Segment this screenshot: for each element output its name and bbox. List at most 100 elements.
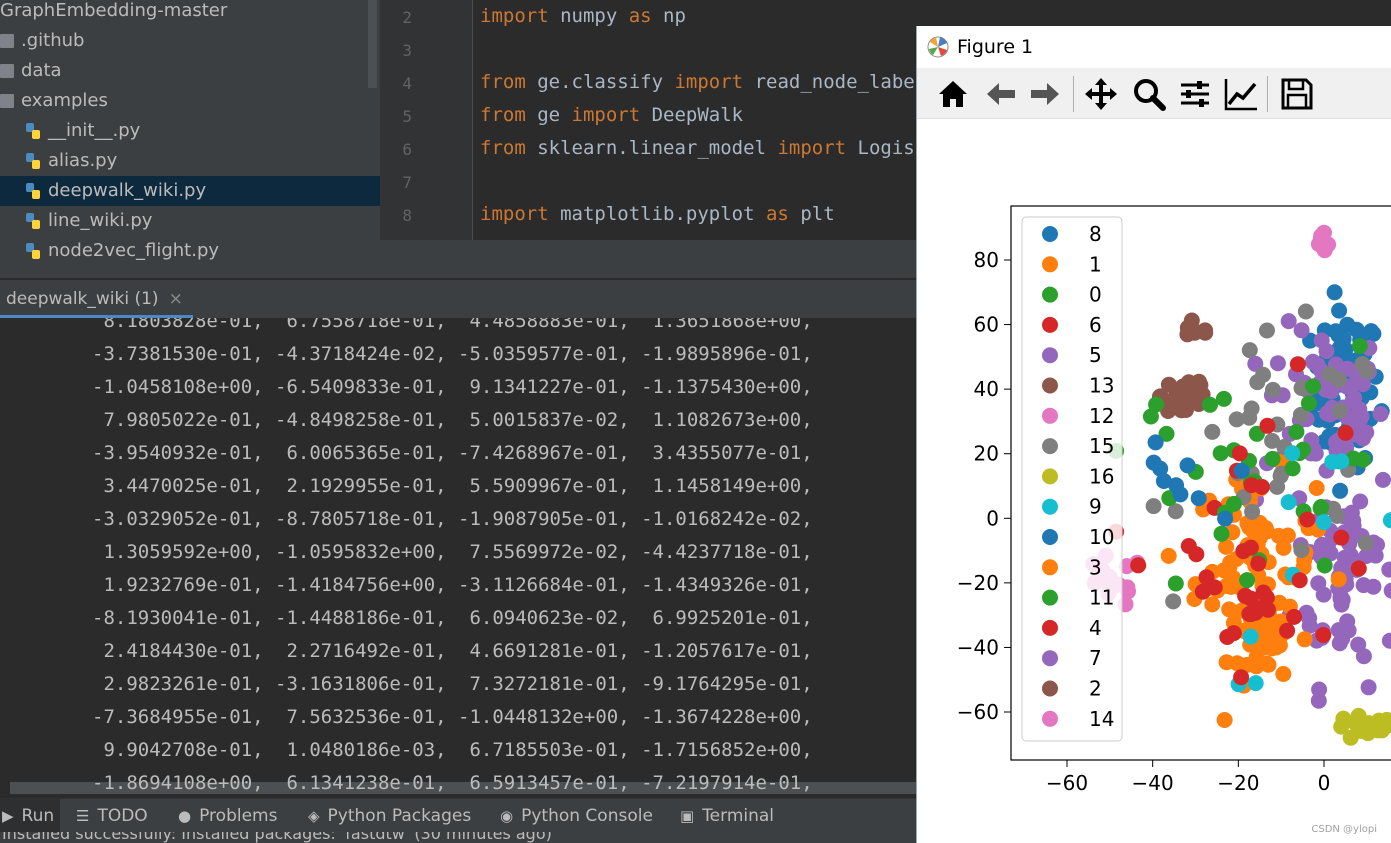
scatter-point-10 — [1145, 454, 1162, 471]
tree-item[interactable]: line_wiki.py — [0, 206, 380, 236]
legend-marker-13 — [1042, 377, 1058, 394]
code-keyword: from — [480, 137, 526, 159]
zoom-icon[interactable] — [1131, 76, 1167, 112]
scatter-point-3 — [1160, 547, 1177, 564]
legend-label: 1 — [1089, 252, 1102, 276]
edit-axes-icon[interactable] — [1223, 76, 1259, 112]
tool-window-label: Python Console — [521, 806, 653, 826]
x-tick-label: 0 — [1318, 771, 1331, 795]
code-text: DeepWalk — [640, 104, 744, 126]
tree-item[interactable]: alias.py — [0, 146, 380, 176]
tool-window-terminal[interactable]: ▣ Terminal — [678, 799, 780, 833]
close-icon[interactable]: × — [169, 289, 183, 309]
legend-label: 14 — [1089, 707, 1114, 731]
scatter-point-3 — [1296, 631, 1313, 648]
tree-item-label: data — [21, 60, 62, 81]
tool-window-label: Python Packages — [327, 806, 472, 826]
legend-marker-3 — [1042, 559, 1058, 576]
code-text: ge.classify — [525, 71, 675, 93]
toolbar-separator — [1073, 76, 1074, 112]
scatter-point-15 — [1165, 593, 1182, 610]
scatter-point-13 — [1183, 386, 1200, 403]
save-icon[interactable] — [1279, 76, 1315, 112]
scatter-point-1 — [1275, 666, 1292, 682]
tool-window-python-packages[interactable]: ◈ Python Packages — [306, 799, 484, 833]
tree-item[interactable]: examples — [0, 86, 380, 116]
tree-item[interactable]: node2vec_flight.py — [0, 236, 380, 266]
x-tick-label: −20 — [1217, 771, 1259, 795]
tool-window-problems[interactable]: ● Problems — [176, 799, 294, 833]
line-number: 4 — [402, 74, 412, 93]
tree-item[interactable]: GraphEmbedding-master — [0, 0, 380, 26]
tree-item[interactable]: __init__.py — [0, 116, 380, 146]
line-number: 2 — [402, 8, 412, 27]
python-file-icon — [26, 183, 40, 199]
tool-window-run[interactable]: ▶ Run — [0, 799, 60, 833]
run-tab-label: deepwalk_wiki (1) — [6, 289, 159, 309]
scatter-point-7 — [1339, 613, 1356, 630]
forward-icon[interactable] — [1027, 76, 1063, 112]
project-tree-scrollbar[interactable] — [368, 0, 377, 88]
tree-item[interactable]: .github — [0, 26, 380, 56]
scatter-point-2 — [1197, 322, 1214, 339]
legend-label: 16 — [1089, 464, 1114, 488]
scatter-point-4 — [1233, 669, 1250, 686]
console-line: 3.4470025e-01, 2.1929955e-01, 5.5909967e… — [92, 475, 813, 497]
legend-marker-11 — [1042, 589, 1058, 606]
run-tab-deepwalk-wiki[interactable]: deepwalk_wiki (1) × — [0, 280, 193, 318]
run-console-output[interactable]: 8.1803828e-01, 6.7558718e-01, 4.4858883e… — [0, 318, 916, 796]
home-icon[interactable] — [935, 76, 971, 112]
line-number: 8 — [402, 206, 412, 225]
tree-item[interactable]: data — [0, 56, 380, 86]
code-keyword: from — [480, 104, 526, 126]
tree-item-label: __init__.py — [48, 120, 141, 141]
code-keyword: from — [480, 71, 526, 93]
tool-window-label: Problems — [199, 806, 278, 826]
pan-icon[interactable] — [1083, 76, 1119, 112]
x-tick-label: −40 — [1132, 771, 1174, 795]
python-file-icon — [26, 153, 40, 169]
legend-label: 8 — [1089, 222, 1102, 246]
scatter-point-5 — [1293, 322, 1310, 339]
toolbar-separator — [1267, 76, 1268, 112]
code-editor[interactable]: import numpy as np from ge.classify impor… — [472, 0, 917, 240]
scatter-point-13 — [1177, 402, 1194, 418]
y-tick-label: 40 — [974, 377, 999, 401]
scatter-point-6 — [1243, 477, 1260, 494]
scatter-point-3 — [1216, 712, 1233, 728]
scatter-point-9 — [1284, 445, 1301, 462]
scatter-point-15 — [1297, 303, 1314, 320]
y-tick-label: 0 — [986, 506, 999, 530]
tool-window-python-console[interactable]: ◉ Python Console — [498, 799, 662, 833]
tree-item[interactable]: deepwalk_wiki.py — [0, 176, 380, 206]
watermark: CSDN @ylopi — [1311, 824, 1377, 835]
folder-icon — [0, 34, 14, 48]
tool-window-label: Terminal — [702, 806, 775, 826]
configure-subplots-icon[interactable] — [1177, 76, 1213, 112]
run-tab-bar: deepwalk_wiki (1) × — [0, 280, 916, 319]
scatter-point-15 — [1241, 342, 1258, 359]
scatter-point-7 — [1360, 679, 1377, 696]
scatter-point-0 — [1264, 450, 1281, 467]
scatter-point-10 — [1179, 457, 1196, 474]
back-icon[interactable] — [983, 76, 1019, 112]
scatter-point-9 — [1280, 494, 1297, 511]
scatter-point-15 — [1249, 374, 1266, 391]
line-number: 3 — [402, 41, 412, 60]
scatter-point-11 — [1202, 396, 1218, 413]
scatter-point-10 — [1217, 510, 1234, 527]
scatter-point-7 — [1375, 471, 1391, 488]
matplotlib-logo-icon — [927, 36, 949, 58]
scatter-point-6 — [1231, 445, 1248, 462]
tool-window-bar: ▶ Run ☰ TODO ● Problems ◈ Python Packages ◉ Pytho… — [0, 798, 916, 833]
scatter-point-6 — [1333, 529, 1350, 546]
scatter-point-0 — [1354, 451, 1371, 468]
tool-window-todo[interactable]: ☰ TODO — [74, 799, 166, 833]
scatter-point-15 — [1331, 402, 1348, 419]
line-number: 5 — [402, 107, 412, 126]
figure-toolbar — [917, 68, 1391, 119]
scatter-point-7 — [1358, 424, 1375, 441]
y-tick-label: −40 — [957, 635, 999, 659]
scatter-point-10 — [1190, 490, 1207, 507]
console-line: 8.1803828e-01, 6.7558718e-01, 4.4858883e… — [92, 318, 813, 332]
